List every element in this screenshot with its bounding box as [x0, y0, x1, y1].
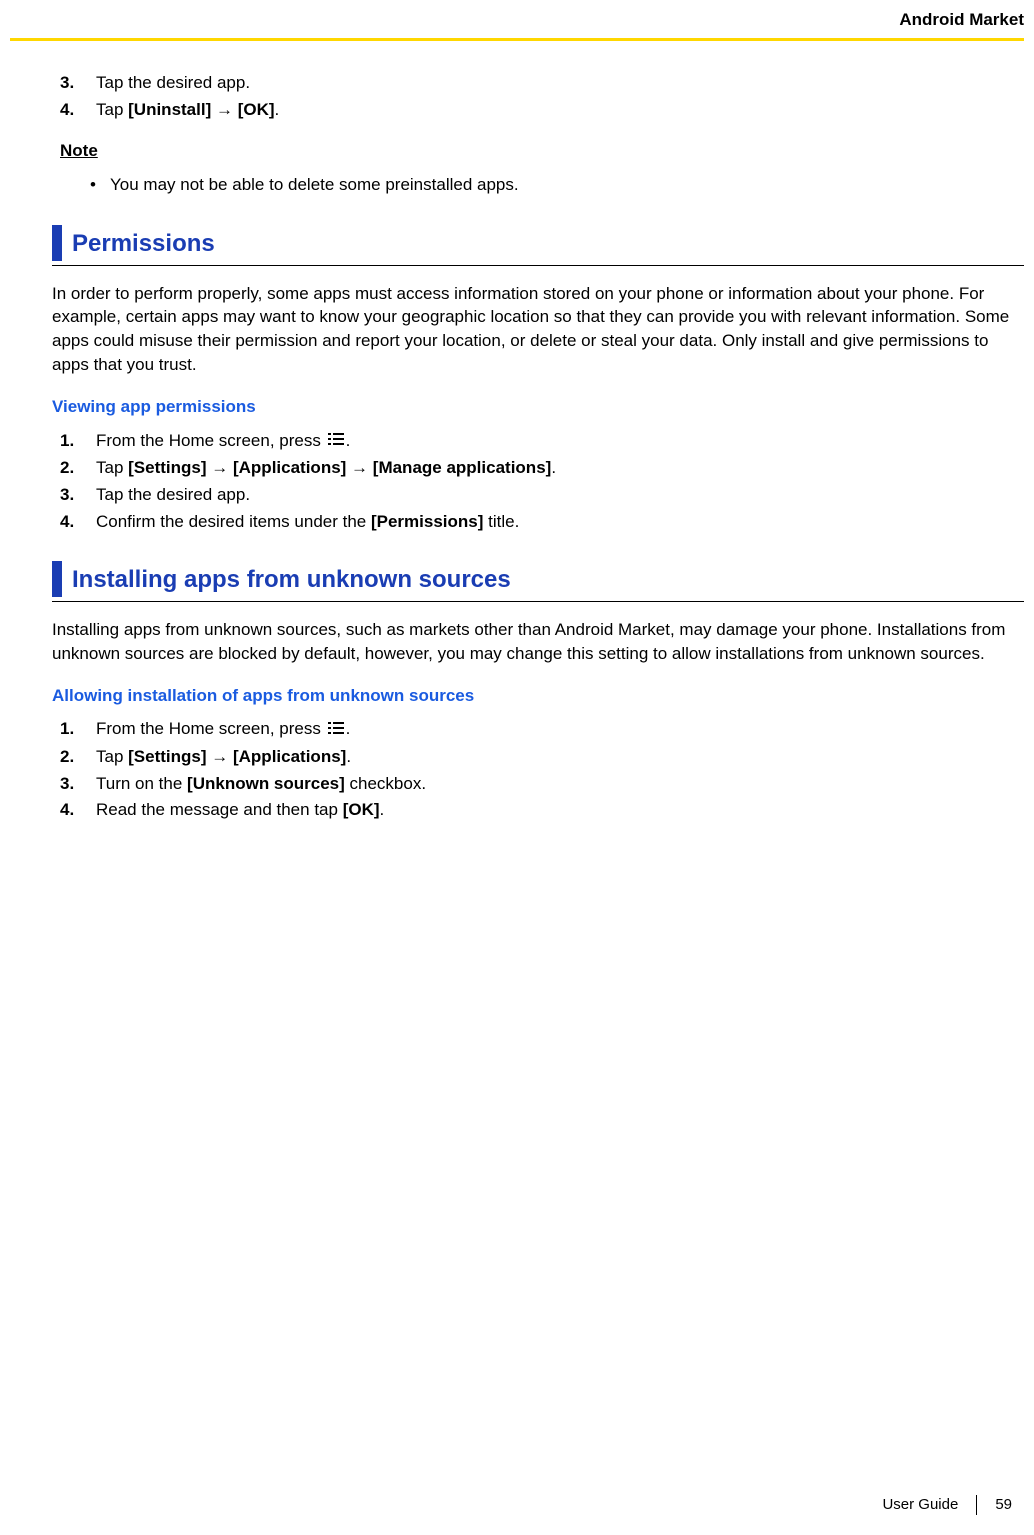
section-title: Permissions [72, 225, 215, 261]
bold-text: [Uninstall] [128, 100, 211, 119]
bold-text: [Applications] [233, 458, 346, 477]
text: Turn on the [96, 774, 187, 793]
step-text: Tap the desired app. [96, 483, 1024, 507]
text: checkbox. [345, 774, 426, 793]
text: Tap the desired app. [96, 73, 250, 92]
bold-text: [Applications] [233, 747, 346, 766]
page-number: 59 [995, 1494, 1012, 1515]
text: . [551, 458, 556, 477]
text: . [346, 719, 351, 738]
step-number: 3. [60, 483, 96, 507]
step-number: 4. [60, 510, 96, 534]
section2-steps: 1.From the Home screen, press .2.Tap [Se… [10, 717, 1024, 822]
text: You may not be able to delete some prein… [110, 175, 519, 194]
page-header-title: Android Market [10, 8, 1024, 32]
step-number: 4. [60, 98, 96, 122]
text: Tap [96, 458, 128, 477]
section1-subheading: Viewing app permissions [52, 395, 1024, 419]
list-item: 1.From the Home screen, press . [60, 429, 1024, 453]
section1-paragraph: In order to perform properly, some apps … [52, 282, 1022, 377]
list-item: 4.Tap [Uninstall] → [OK]. [60, 98, 1024, 122]
arrow-right-icon: → [207, 458, 233, 477]
text: . [346, 747, 351, 766]
section-title: Installing apps from unknown sources [72, 561, 511, 597]
text: Read the message and then tap [96, 800, 343, 819]
step-text: Turn on the [Unknown sources] checkbox. [96, 772, 1024, 796]
arrow-right-icon: → [346, 458, 372, 477]
section-heading-unknown-sources: Installing apps from unknown sources [52, 561, 1024, 602]
bold-text: [OK] [238, 100, 275, 119]
section-accent-bar [52, 225, 62, 261]
text: Tap [96, 100, 128, 119]
list-item: 2.Tap [Settings] → [Applications] → [Man… [60, 456, 1024, 480]
list-item: 1.From the Home screen, press . [60, 717, 1024, 741]
step-number: 3. [60, 71, 96, 95]
list-item: 4.Read the message and then tap [OK]. [60, 798, 1024, 822]
text: Tap [96, 747, 128, 766]
list-item: 3.Tap the desired app. [60, 483, 1024, 507]
arrow-right-icon: → [207, 747, 233, 766]
text: Confirm the desired items under the [96, 512, 371, 531]
text: . [346, 431, 351, 450]
bullet-text: You may not be able to delete some prein… [110, 173, 519, 197]
section2-paragraph: Installing apps from unknown sources, su… [52, 618, 1022, 666]
top-steps-list: 3.Tap the desired app.4.Tap [Uninstall] … [10, 71, 1024, 122]
footer-label: User Guide [882, 1494, 958, 1515]
bold-text: [Permissions] [371, 512, 483, 531]
text: . [380, 800, 385, 819]
section2-subheading: Allowing installation of apps from unkno… [52, 684, 1024, 708]
text: Tap the desired app. [96, 485, 250, 504]
section-heading-permissions: Permissions [52, 225, 1024, 266]
bold-text: [Settings] [128, 747, 206, 766]
step-text: Tap the desired app. [96, 71, 1024, 95]
bold-text: [Unknown sources] [187, 774, 345, 793]
step-text: Read the message and then tap [OK]. [96, 798, 1024, 822]
step-text: Tap [Settings] → [Applications]. [96, 745, 1024, 769]
text: From the Home screen, press [96, 431, 326, 450]
step-text: Confirm the desired items under the [Per… [96, 510, 1024, 534]
list-item: 2.Tap [Settings] → [Applications]. [60, 745, 1024, 769]
step-text: Tap [Settings] → [Applications] → [Manag… [96, 456, 1024, 480]
section1-steps: 1.From the Home screen, press .2.Tap [Se… [10, 429, 1024, 534]
bullet-item: •You may not be able to delete some prei… [90, 173, 1024, 197]
list-item: 4.Confirm the desired items under the [P… [60, 510, 1024, 534]
bold-text: [Settings] [128, 458, 206, 477]
text: . [275, 100, 280, 119]
step-number: 1. [60, 429, 96, 453]
note-bullets: •You may not be able to delete some prei… [10, 173, 1024, 197]
note-label: Note [60, 139, 1024, 163]
section-accent-bar [52, 561, 62, 597]
step-number: 1. [60, 717, 96, 741]
step-text: Tap [Uninstall] → [OK]. [96, 98, 1024, 122]
list-item: 3.Tap the desired app. [60, 71, 1024, 95]
step-number: 2. [60, 456, 96, 480]
arrow-right-icon: → [211, 100, 237, 119]
menu-icon [328, 429, 344, 453]
bold-text: [OK] [343, 800, 380, 819]
bullet-dot-icon: • [90, 173, 110, 197]
footer-divider [976, 1495, 977, 1515]
list-item: 3.Turn on the [Unknown sources] checkbox… [60, 772, 1024, 796]
step-text: From the Home screen, press . [96, 717, 1024, 741]
text: title. [483, 512, 519, 531]
page-footer: User Guide 59 [882, 1494, 1012, 1515]
step-text: From the Home screen, press . [96, 429, 1024, 453]
bold-text: [Manage applications] [373, 458, 552, 477]
menu-icon [328, 718, 344, 742]
step-number: 2. [60, 745, 96, 769]
step-number: 3. [60, 772, 96, 796]
text: From the Home screen, press [96, 719, 326, 738]
step-number: 4. [60, 798, 96, 822]
